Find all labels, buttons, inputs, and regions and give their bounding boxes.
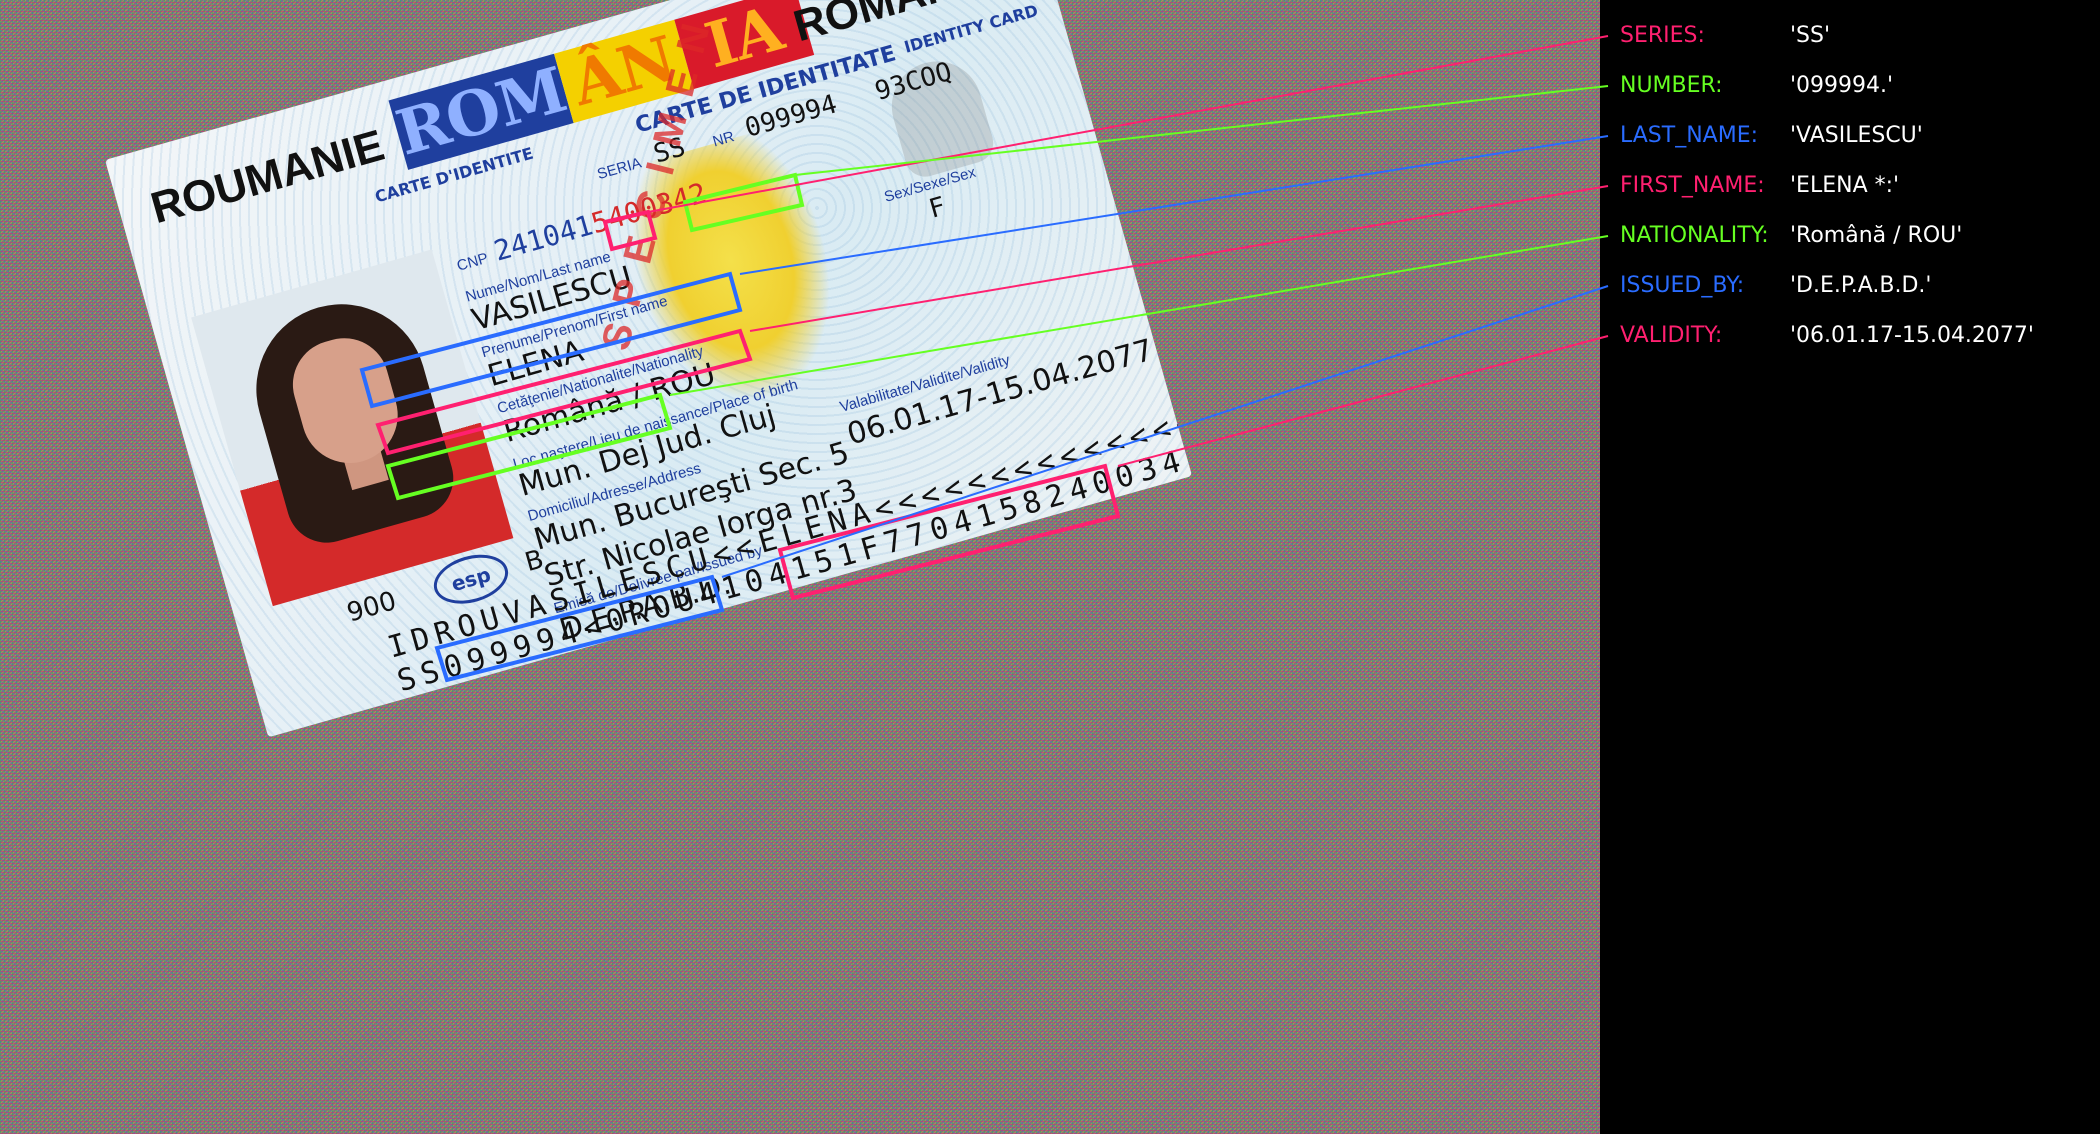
field-key-validity: VALIDITY: bbox=[1620, 323, 1723, 348]
field-value-last-name: 'VASILESCU' bbox=[1790, 123, 1923, 148]
field-value-number: '099994.' bbox=[1790, 73, 1894, 98]
field-key-issued-by: ISSUED_BY: bbox=[1620, 273, 1745, 298]
field-value-nationality: 'Română / ROU' bbox=[1790, 223, 1963, 248]
field-key-last-name: LAST_NAME: bbox=[1620, 123, 1759, 148]
field-value-validity: '06.01.17-15.04.2077' bbox=[1790, 323, 2034, 348]
field-key-series: SERIES: bbox=[1620, 23, 1705, 48]
field-value-series: 'SS' bbox=[1790, 23, 1831, 48]
field-key-number: NUMBER: bbox=[1620, 73, 1723, 98]
field-key-first-name: FIRST_NAME: bbox=[1620, 173, 1765, 198]
field-value-issued-by: 'D.E.P.A.B.D.' bbox=[1790, 273, 1932, 298]
field-value-first-name: 'ELENA *:' bbox=[1790, 173, 1900, 198]
field-key-nationality: NATIONALITY: bbox=[1620, 223, 1769, 248]
